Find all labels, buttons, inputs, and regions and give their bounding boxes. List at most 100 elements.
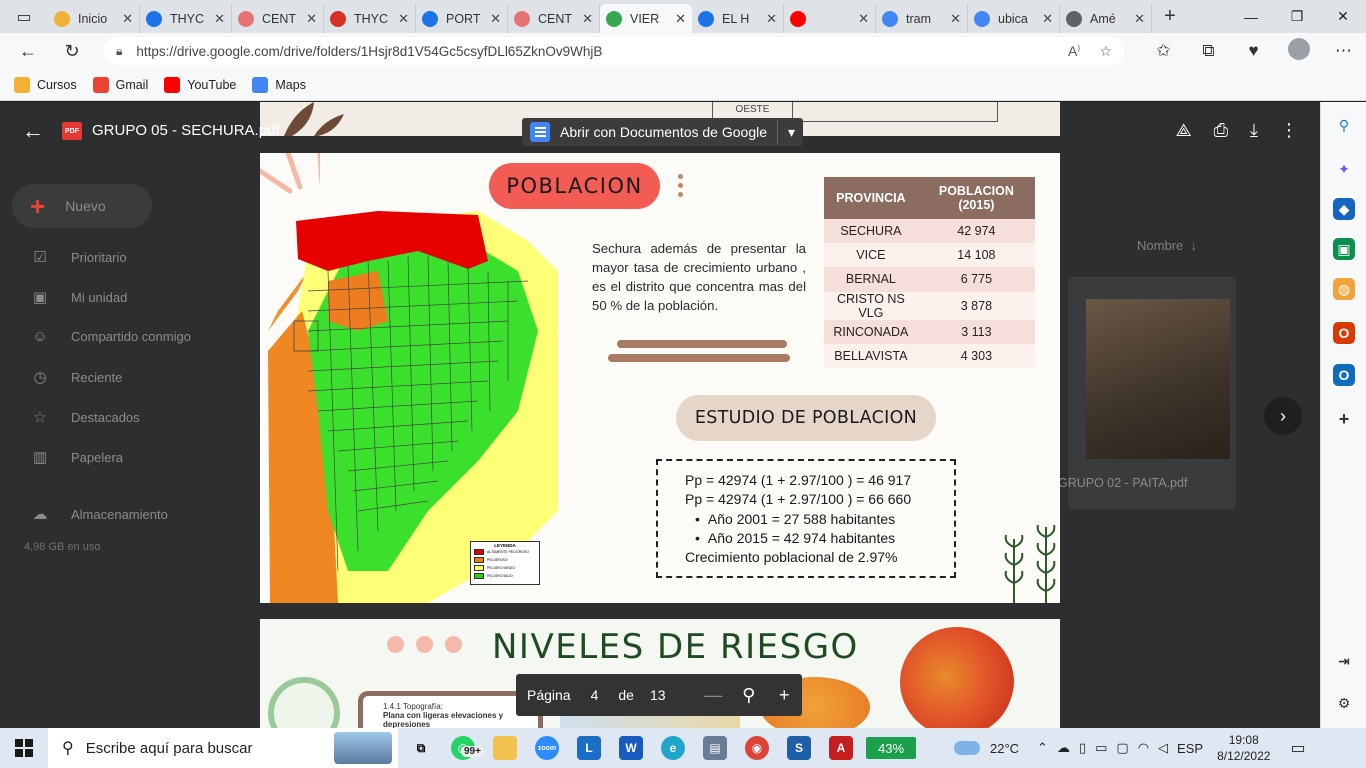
close-tab-icon[interactable]: ✕	[122, 11, 133, 27]
file-explorer-icon[interactable]	[484, 728, 526, 768]
zoom-icon[interactable]: ⚲	[731, 685, 766, 706]
onedrive-icon[interactable]: ☁	[1057, 740, 1070, 756]
sidebar-item[interactable]: ☆ Destacados	[30, 408, 139, 426]
browser-tab[interactable]: PORT ✕	[416, 4, 508, 33]
autocad-icon[interactable]: A	[820, 728, 862, 768]
close-tab-icon[interactable]: ✕	[858, 11, 869, 27]
bookmark-item[interactable]: Maps	[252, 76, 306, 93]
close-window-icon[interactable]: ✕	[1320, 0, 1366, 33]
tray-icon[interactable]: ▢	[1116, 740, 1128, 756]
whatsapp-icon[interactable]: ◎99+	[442, 728, 484, 768]
close-tab-icon[interactable]: ✕	[398, 11, 409, 27]
lync-icon[interactable]: L	[568, 728, 610, 768]
file-name[interactable]: GRUPO 02 - PAITA.pdf	[1058, 476, 1187, 490]
more-options-icon[interactable]: ⋮	[1280, 120, 1298, 141]
sidebar-item[interactable]: ☑ Prioritario	[30, 248, 126, 266]
browser-tab[interactable]: VIER ✕	[600, 4, 692, 33]
open-with-button[interactable]: Abrir con Documentos de Google ▾	[522, 118, 804, 146]
app-icon[interactable]: ▤	[694, 728, 736, 768]
search-icon[interactable]: ⚲	[1333, 114, 1355, 136]
add-icon[interactable]: +	[1333, 408, 1355, 430]
close-tab-icon[interactable]: ✕	[766, 11, 777, 27]
file-card[interactable]	[1068, 277, 1236, 509]
close-tab-icon[interactable]: ✕	[214, 11, 225, 27]
browser-tab[interactable]: Amé ✕	[1060, 4, 1152, 33]
page-number-input[interactable]: 4	[591, 687, 599, 703]
close-tab-icon[interactable]: ✕	[490, 11, 501, 27]
print-icon[interactable]: ⎙	[1214, 120, 1228, 141]
browser-tab[interactable]: THYC ✕	[140, 4, 232, 33]
games-icon[interactable]: ◍	[1333, 278, 1355, 300]
bookmark-item[interactable]: Cursos	[14, 76, 77, 93]
close-tab-icon[interactable]: ✕	[582, 11, 593, 27]
sparkle-icon[interactable]: ✦	[1333, 158, 1355, 180]
taskbar-search[interactable]: ⚲ Escribe aquí para buscar	[48, 728, 398, 768]
browser-tab[interactable]: THYC ✕	[324, 4, 416, 33]
sidebar-item[interactable]: ▣ Mi unidad	[30, 288, 127, 306]
sketchup-icon[interactable]: S	[778, 728, 820, 768]
browser-tab[interactable]: ✕	[784, 4, 876, 33]
collections-icon[interactable]: ⧉	[1186, 41, 1231, 61]
notifications-icon[interactable]: ▭	[1290, 738, 1305, 758]
outlook-icon[interactable]: O	[1333, 364, 1355, 386]
bookmark-item[interactable]: Gmail	[92, 76, 148, 93]
profile-avatar[interactable]	[1276, 37, 1321, 65]
close-tab-icon[interactable]: ✕	[950, 11, 961, 27]
battery-indicator[interactable]: 43%	[866, 737, 916, 759]
wifi-icon[interactable]: ◠	[1138, 740, 1149, 756]
browser-tab[interactable]: CENT ✕	[508, 4, 600, 33]
toolbox-icon[interactable]: ▣	[1333, 238, 1355, 260]
browser-tab[interactable]: CENT ✕	[232, 4, 324, 33]
minimize-icon[interactable]: —	[1228, 0, 1274, 33]
sidebar-item[interactable]: ◷ Reciente	[30, 368, 122, 386]
tab-actions-icon[interactable]: ▭	[0, 0, 48, 33]
start-button[interactable]	[0, 728, 48, 768]
add-to-drive-icon[interactable]: ⟁	[1176, 120, 1192, 141]
chrome-icon[interactable]: ◉	[736, 728, 778, 768]
health-icon[interactable]: ♥	[1231, 41, 1276, 61]
clock[interactable]: 19:08 8/12/2022	[1217, 732, 1270, 764]
next-file-button[interactable]: ›	[1264, 397, 1302, 435]
close-viewer-arrow-icon[interactable]: ←	[22, 118, 44, 144]
language-indicator[interactable]: ESP	[1177, 741, 1203, 756]
restore-icon[interactable]: ❐	[1274, 0, 1320, 33]
sidebar-item[interactable]: ▥ Papelera	[30, 448, 123, 466]
split-screen-icon[interactable]: ⇥	[1333, 650, 1355, 672]
close-tab-icon[interactable]: ✕	[306, 11, 317, 27]
sidebar-item[interactable]: ☺ Compartido conmigo	[30, 328, 191, 345]
tray-icon[interactable]: ▯	[1079, 740, 1086, 756]
tag-icon[interactable]: ◆	[1333, 198, 1355, 220]
browser-tab[interactable]: Inicio ✕	[48, 4, 140, 33]
more-icon[interactable]: ⋯	[1321, 41, 1366, 61]
weather-widget[interactable]: 22°C	[954, 741, 1019, 756]
task-view-icon[interactable]: ⧉	[400, 728, 442, 768]
settings-icon[interactable]: ⚙	[1333, 692, 1355, 714]
word-icon[interactable]: W	[610, 728, 652, 768]
sidebar-item[interactable]: ☁ Almacenamiento	[30, 505, 168, 523]
sort-by-name[interactable]: Nombre ↓	[1137, 238, 1197, 253]
new-button[interactable]: + Nuevo	[12, 184, 152, 228]
zoom-out-icon[interactable]: —	[696, 685, 731, 706]
zoom-icon[interactable]: zoom	[526, 728, 568, 768]
edge-icon[interactable]: e	[652, 728, 694, 768]
dropdown-arrow-icon[interactable]: ▾	[788, 124, 795, 141]
close-tab-icon[interactable]: ✕	[675, 11, 686, 27]
bookmark-item[interactable]: YouTube	[164, 76, 236, 93]
browser-tab[interactable]: EL H ✕	[692, 4, 784, 33]
browser-tab[interactable]: ubica ✕	[968, 4, 1060, 33]
new-tab-button[interactable]: +	[1152, 5, 1188, 28]
url-bar[interactable]: 🔒︎ https://drive.google.com/drive/folder…	[104, 37, 1124, 65]
volume-icon[interactable]: ◁	[1158, 740, 1168, 756]
tray-icon[interactable]: ▭	[1095, 740, 1107, 756]
read-aloud-icon[interactable]: A) ☆	[1068, 43, 1112, 60]
office-icon[interactable]: O	[1333, 322, 1355, 344]
close-tab-icon[interactable]: ✕	[1042, 11, 1053, 27]
refresh-icon[interactable]: ↻	[52, 33, 92, 69]
download-icon[interactable]: ⤓	[1250, 120, 1258, 141]
chevron-up-icon[interactable]: ⌃	[1037, 740, 1048, 756]
close-tab-icon[interactable]: ✕	[1134, 11, 1145, 27]
favorites-icon[interactable]: ✩	[1141, 41, 1186, 61]
zoom-in-icon[interactable]: +	[767, 685, 802, 706]
browser-tab[interactable]: tram ✕	[876, 4, 968, 33]
back-arrow-icon[interactable]: ←	[8, 33, 48, 69]
